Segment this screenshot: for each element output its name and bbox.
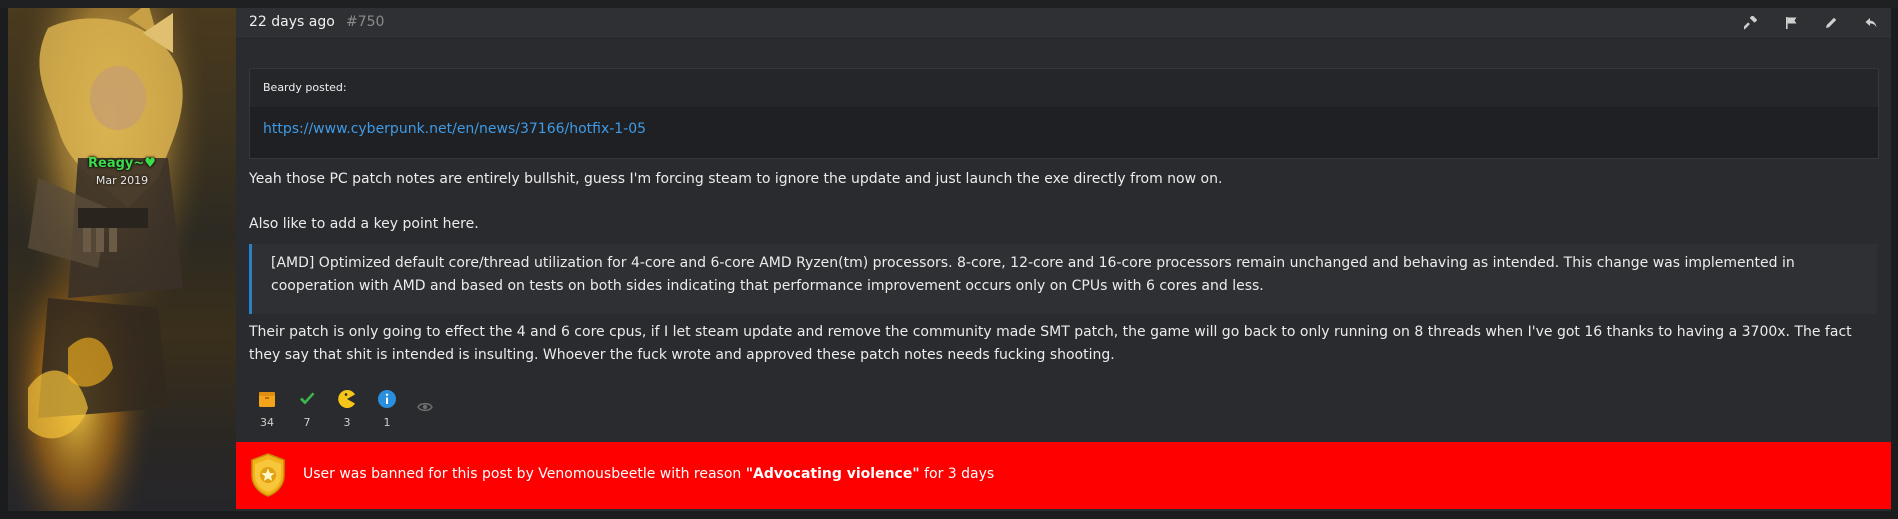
ban-suffix: for 3 days — [919, 466, 995, 482]
avatar-artwork[interactable] — [8, 8, 236, 511]
blockquote-text: [AMD] Optimized default core/thread util… — [271, 255, 1795, 294]
info-icon — [376, 388, 398, 410]
reaction-check[interactable]: 7 — [294, 388, 320, 429]
pencil-icon[interactable] — [1821, 13, 1841, 33]
author-join-date: Mar 2019 — [95, 174, 149, 187]
reaction-count: 1 — [383, 416, 391, 429]
quote-author[interactable]: Beardy posted: — [263, 81, 347, 94]
post-actions — [1741, 13, 1881, 33]
reply-icon[interactable] — [1861, 13, 1881, 33]
ban-notice: User was banned for this post by Venomou… — [236, 442, 1891, 509]
gavel-icon[interactable] — [1741, 13, 1761, 33]
blockquote: [AMD] Optimized default core/thread util… — [249, 244, 1877, 314]
eye-icon[interactable] — [414, 396, 436, 418]
post-header: 22 days ago #750 — [236, 8, 1891, 39]
post-main: 22 days ago #750 Beardy posted: https://… — [236, 8, 1891, 511]
post-timestamp[interactable]: 22 days ago — [249, 14, 335, 30]
reaction-count: 3 — [343, 416, 351, 429]
ban-reason: "Advocating violence" — [745, 466, 920, 482]
author-sidebar: Reagy~♥ Mar 2019 — [8, 8, 236, 511]
ban-prefix: User was banned for this post by Venomou… — [303, 466, 746, 482]
post-number[interactable]: #750 — [346, 14, 384, 30]
box-icon — [256, 388, 278, 410]
post-paragraph-2: Also like to add a key point here. — [249, 216, 479, 232]
quote-box: Beardy posted: https://www.cyberpunk.net… — [249, 68, 1879, 159]
reactions-bar: 34 7 3 1 — [254, 388, 436, 429]
author-username[interactable]: Reagy~♥ — [8, 156, 236, 171]
ban-message: User was banned for this post by Venomou… — [303, 466, 994, 482]
reaction-pacman[interactable]: 3 — [334, 388, 360, 429]
reaction-info[interactable]: 1 — [374, 388, 400, 429]
pacman-icon — [336, 388, 358, 410]
quote-link[interactable]: https://www.cyberpunk.net/en/news/37166/… — [263, 121, 646, 137]
reaction-count: 7 — [303, 416, 311, 429]
post-paragraph-3: Their patch is only going to effect the … — [249, 324, 1852, 363]
reaction-box[interactable]: 34 — [254, 388, 280, 429]
post-paragraph-1: Yeah those PC patch notes are entirely b… — [249, 171, 1223, 187]
police-badge-icon — [251, 453, 285, 497]
top-strip — [0, 0, 1898, 8]
checkmark-icon — [296, 388, 318, 410]
quote-header: Beardy posted: — [250, 69, 1878, 107]
flag-icon[interactable] — [1781, 13, 1801, 33]
reaction-count: 34 — [260, 416, 274, 429]
forum-post: Reagy~♥ Mar 2019 22 days ago #750 Beardy… — [8, 8, 1891, 511]
